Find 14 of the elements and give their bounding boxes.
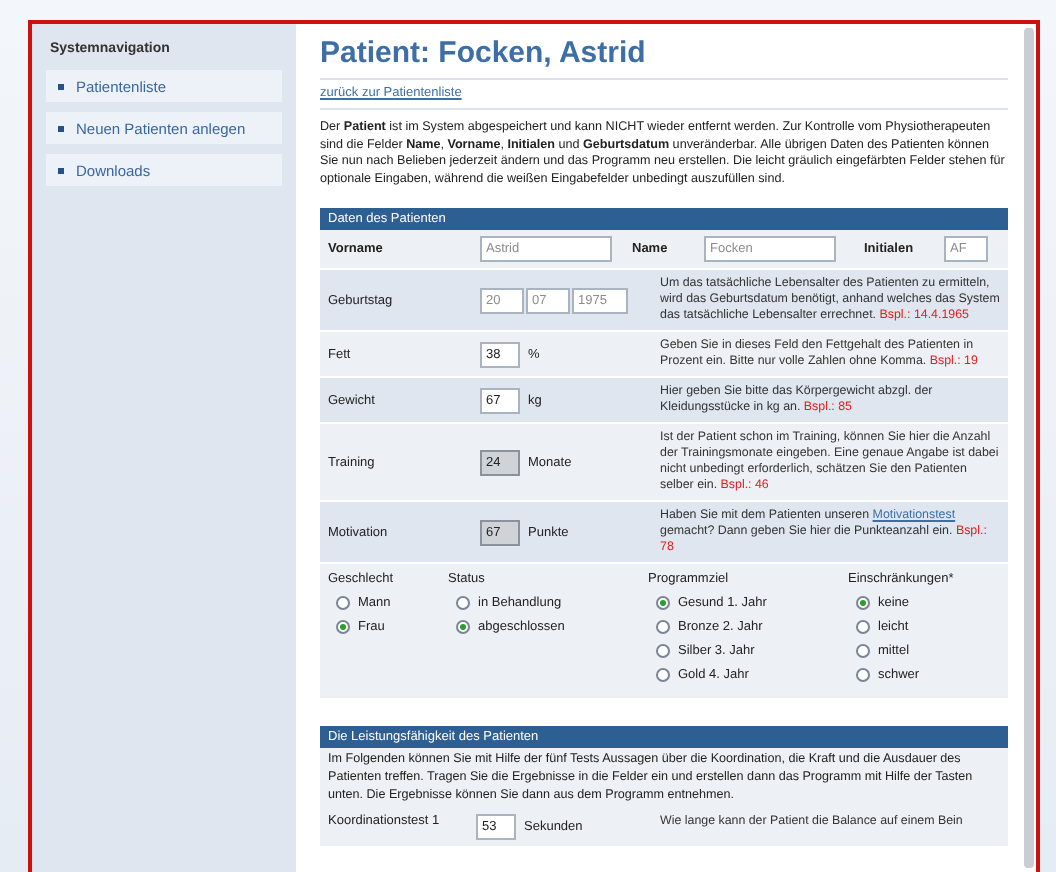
radio-icon[interactable] — [336, 620, 350, 635]
radio-icon[interactable] — [456, 596, 470, 611]
radio-icon[interactable] — [456, 620, 470, 635]
radio-icon[interactable] — [656, 644, 670, 659]
radio-icon[interactable] — [656, 668, 670, 683]
radio-icon[interactable] — [856, 620, 870, 635]
radio-icon[interactable] — [856, 644, 870, 659]
radio-icon[interactable] — [856, 668, 870, 683]
radio-icon[interactable] — [336, 596, 350, 611]
scrollbar[interactable] — [1024, 28, 1034, 868]
radio-icon[interactable] — [856, 596, 870, 611]
radio-icon[interactable] — [656, 596, 670, 611]
page-title: Patient: Focken, Astrid — [320, 36, 1008, 80]
radio-icon[interactable] — [656, 620, 670, 635]
